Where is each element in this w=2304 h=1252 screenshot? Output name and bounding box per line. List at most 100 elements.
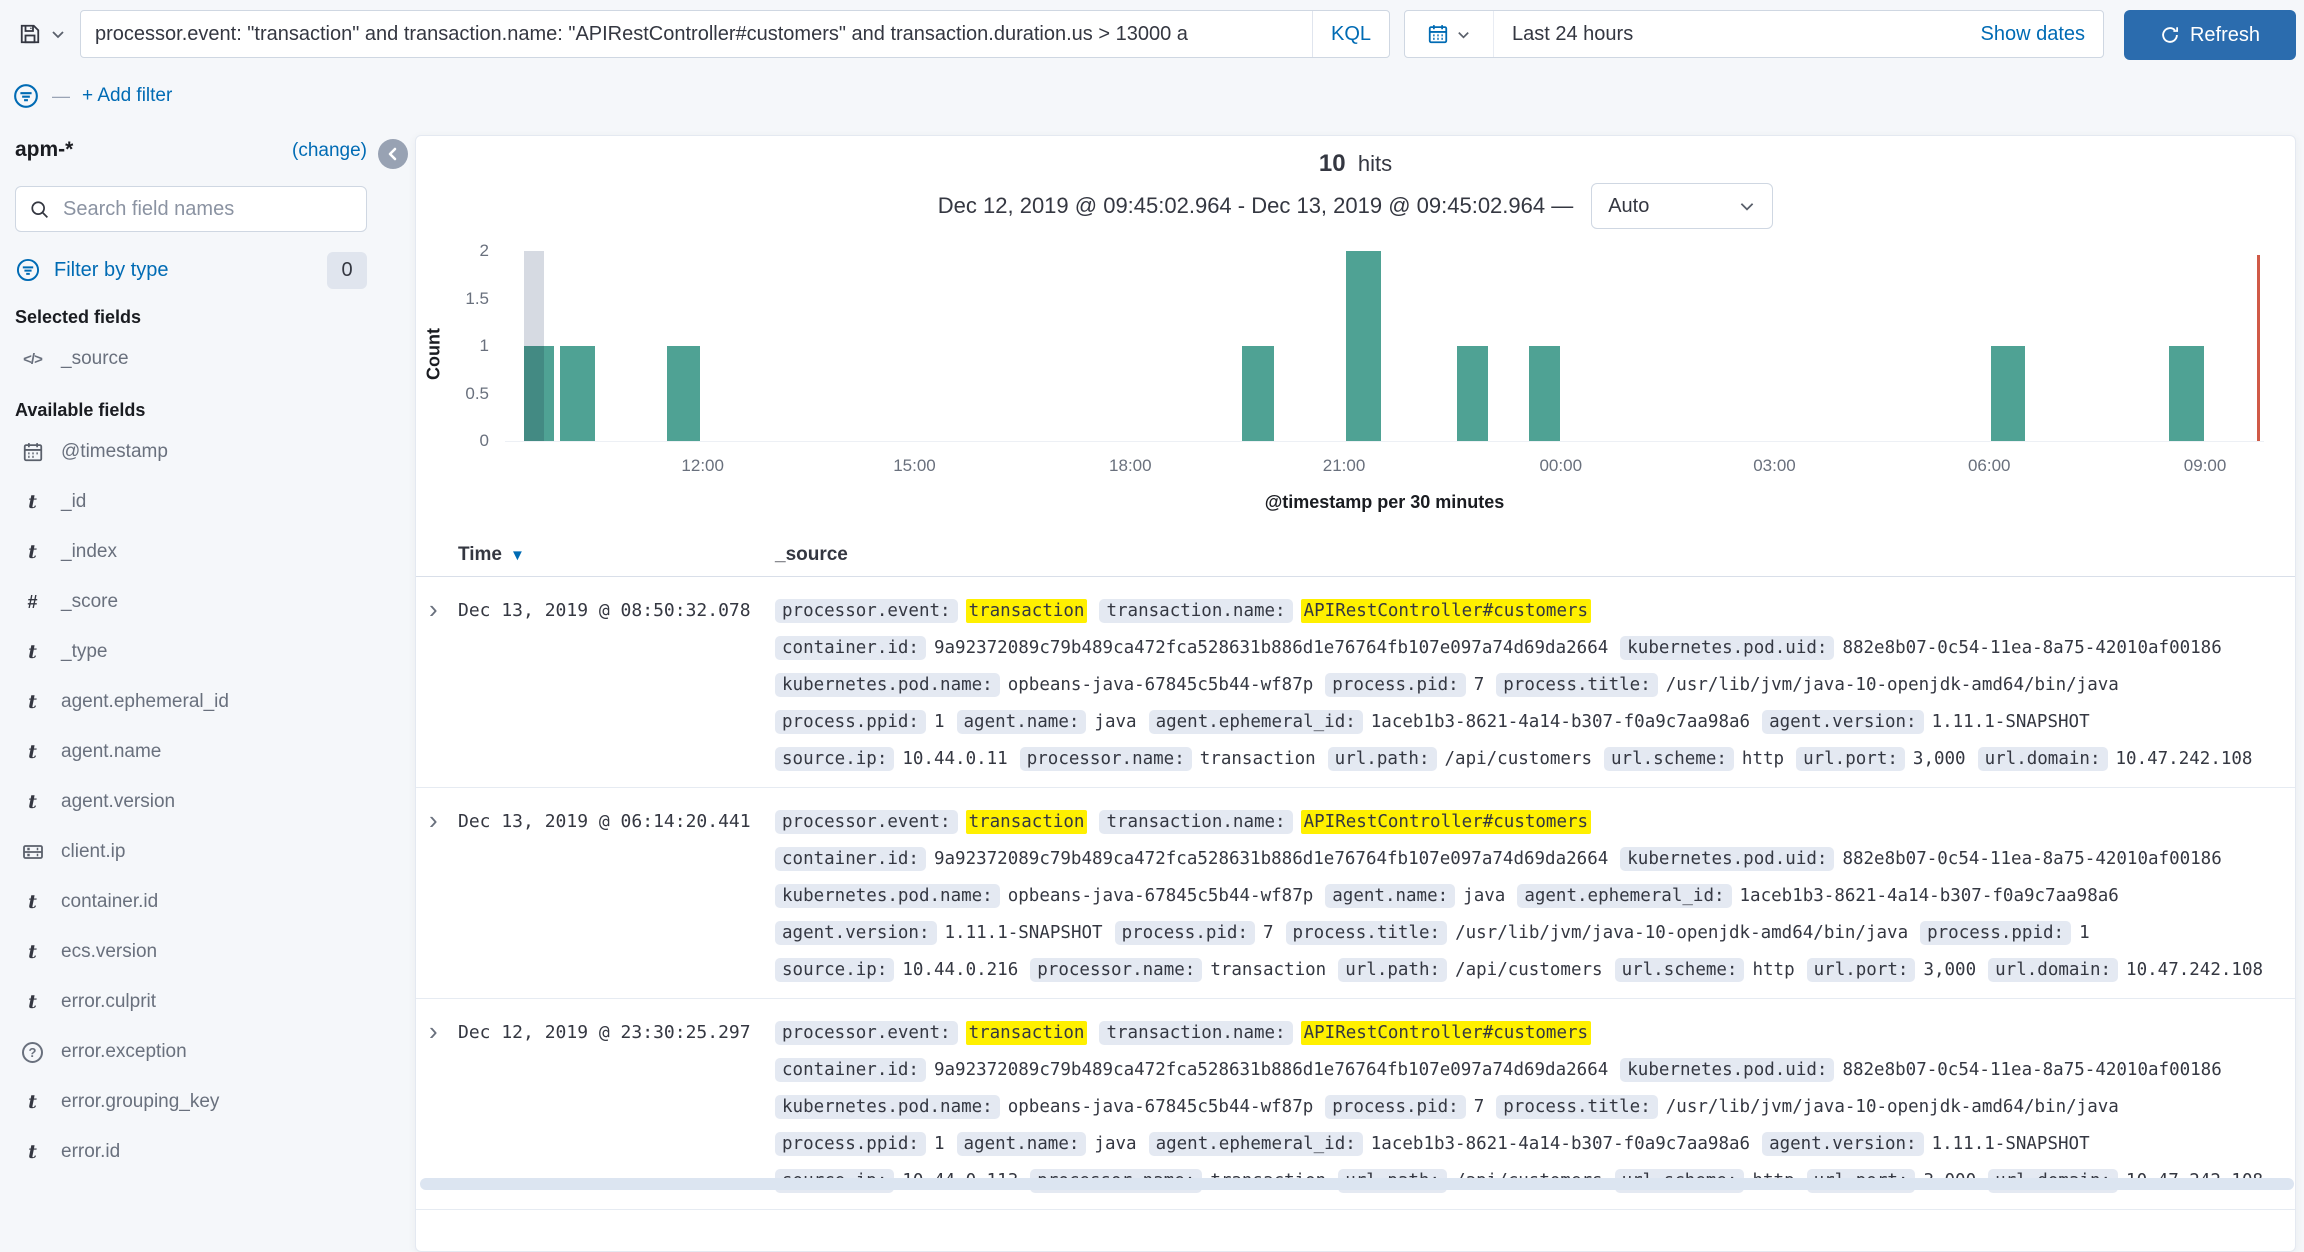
field-pair: agent.name:java (1325, 884, 1505, 908)
time-column-header[interactable]: Time ▼ (458, 544, 775, 566)
source-line: agent.version:1.11.1-SNAPSHOTprocess.pid… (775, 914, 2295, 951)
filter-icon[interactable] (12, 82, 40, 110)
histogram-bar[interactable] (1529, 346, 1561, 441)
field-search-input[interactable] (61, 197, 353, 222)
field-value: /usr/lib/jvm/java-10-openjdk-amd64/bin/j… (1455, 923, 1908, 943)
expand-row-button[interactable]: › (429, 803, 458, 837)
field-item[interactable]: @timestamp (15, 427, 367, 477)
field-key-badge: url.domain: (1978, 747, 2108, 771)
field-item[interactable]: tcontainer.id (15, 877, 367, 927)
query-language-button[interactable]: KQL (1312, 11, 1389, 57)
field-value: java (1094, 712, 1136, 732)
field-key-badge: container.id: (775, 847, 926, 871)
field-key-badge: agent.name: (957, 1132, 1087, 1156)
field-pair: processor.event:transaction (775, 1021, 1087, 1045)
field-pair: agent.name:java (957, 1132, 1137, 1156)
field-pair: process.pid:7 (1115, 921, 1274, 945)
field-pair: source.ip:10.44.0.216 (775, 958, 1018, 982)
histogram-bar[interactable] (1242, 346, 1274, 441)
field-value: 882e8b07-0c54-11ea-8a75-42010af00186 (1842, 849, 2221, 869)
field-pair: process.pid:7 (1325, 1095, 1484, 1119)
histogram-bar[interactable] (1991, 346, 2024, 441)
show-dates-link[interactable]: Show dates (1980, 23, 2103, 46)
histogram-chart: Count 00.511.5212:0015:0018:0021:0000:00… (416, 242, 2295, 526)
field-item[interactable]: t_id (15, 477, 367, 527)
highlighted-value: APIRestController#customers (1301, 1021, 1591, 1045)
refresh-button[interactable]: Refresh (2124, 10, 2296, 60)
field-key-badge: container.id: (775, 1058, 926, 1082)
source-line: source.ip:10.44.0.216processor.name:tran… (775, 951, 2295, 988)
field-pair: kubernetes.pod.uid: 882e8b07-0c54-11ea-8a… (1620, 847, 2221, 871)
field-item[interactable]: terror.culprit (15, 977, 367, 1027)
filter-by-type-toggle[interactable]: Filter by type 0 (15, 249, 367, 291)
horizontal-scrollbar[interactable] (420, 1178, 2294, 1190)
field-value: 7 (1474, 675, 1485, 695)
histogram-plot-area: 00.511.5212:0015:0018:0021:0000:0003:000… (505, 246, 2264, 442)
filter-count-badge: 0 (327, 252, 367, 289)
histogram-bar[interactable] (667, 346, 700, 441)
field-pair: url.path:/api/customers (1338, 958, 1602, 982)
field-pair: process.ppid:1 (775, 1132, 945, 1156)
y-axis-tick: 0.5 (443, 384, 489, 404)
field-pair: url.domain:10.47.242.108 (1988, 958, 2263, 982)
histogram-bar[interactable] (1457, 346, 1489, 441)
field-item[interactable]: ?error.exception (15, 1027, 367, 1077)
field-key-badge: agent.version: (775, 921, 937, 945)
field-item[interactable]: #_score (15, 577, 367, 627)
date-quick-select-button[interactable] (1405, 11, 1494, 57)
field-key-badge: agent.name: (957, 710, 1087, 734)
field-item[interactable]: tagent.name (15, 727, 367, 777)
field-pair: source.ip:10.44.0.11 (775, 747, 1008, 771)
change-index-pattern-link[interactable]: (change) (292, 140, 367, 162)
field-item[interactable]: terror.grouping_key (15, 1077, 367, 1127)
field-key-badge: transaction.name: (1099, 810, 1292, 834)
field-key-badge: url.domain: (1988, 958, 2118, 982)
chevron-down-icon (50, 26, 66, 42)
source-column-header: _source (775, 544, 848, 566)
field-item[interactable]: tagent.ephemeral_id (15, 677, 367, 727)
field-search-container (15, 186, 367, 232)
field-value: 10.47.242.108 (2116, 749, 2253, 769)
table-header: Time ▼ _source (416, 534, 2295, 577)
field-key-badge: kubernetes.pod.uid: (1620, 847, 1834, 871)
histogram-bar[interactable] (2169, 346, 2204, 441)
collapse-sidebar-button[interactable] (378, 139, 408, 169)
field-name: client.ip (61, 841, 125, 863)
field-name: error.exception (61, 1041, 187, 1063)
field-key-badge: process.ppid: (775, 1132, 926, 1156)
field-item[interactable]: t_type (15, 627, 367, 677)
field-value: /api/customers (1455, 960, 1603, 980)
field-name: _id (61, 491, 86, 513)
field-value: 1.11.1-SNAPSHOT (1932, 712, 2090, 732)
field-value: /api/customers (1445, 749, 1593, 769)
expand-row-button[interactable]: › (429, 592, 458, 626)
histogram-bar[interactable] (1346, 251, 1381, 441)
filter-icon (15, 257, 41, 283)
field-item[interactable]: t_index (15, 527, 367, 577)
expand-row-button[interactable]: › (429, 1014, 458, 1048)
field-pair: processor.name:transaction (1020, 747, 1316, 771)
field-key-badge: url.scheme: (1604, 747, 1734, 771)
field-item[interactable]: tecs.version (15, 927, 367, 977)
field-pair: url.domain: 10.47.242.108 (1978, 747, 2253, 771)
field-value: 9a92372089c79b489ca472fca528631b886d1e76… (934, 1060, 1608, 1080)
x-axis-tick: 12:00 (681, 456, 724, 476)
field-item[interactable]: tagent.version (15, 777, 367, 827)
interval-select[interactable]: Auto (1591, 183, 1773, 229)
field-pair: processor.event:transaction (775, 810, 1087, 834)
histogram-bar[interactable] (560, 346, 595, 441)
field-item[interactable]: client.ip (15, 827, 367, 877)
field-item[interactable]: </>_source (15, 334, 367, 384)
calendar-icon (19, 441, 46, 463)
field-key-badge: url.port: (1796, 747, 1905, 771)
field-item[interactable]: terror.id (15, 1127, 367, 1177)
date-range-value[interactable]: Last 24 hours (1494, 23, 1980, 46)
query-input[interactable] (81, 11, 1312, 57)
saved-query-menu-button[interactable] (12, 10, 80, 58)
text-field-icon: t (19, 991, 46, 1013)
save-query-icon (18, 22, 42, 46)
add-filter-button[interactable]: + Add filter (82, 85, 172, 107)
text-field-icon: t (19, 791, 46, 813)
field-pair: agent.version:1.11.1-SNAPSHOT (1762, 710, 2090, 734)
row-time: Dec 13, 2019 @ 06:14:20.441 (458, 803, 775, 840)
